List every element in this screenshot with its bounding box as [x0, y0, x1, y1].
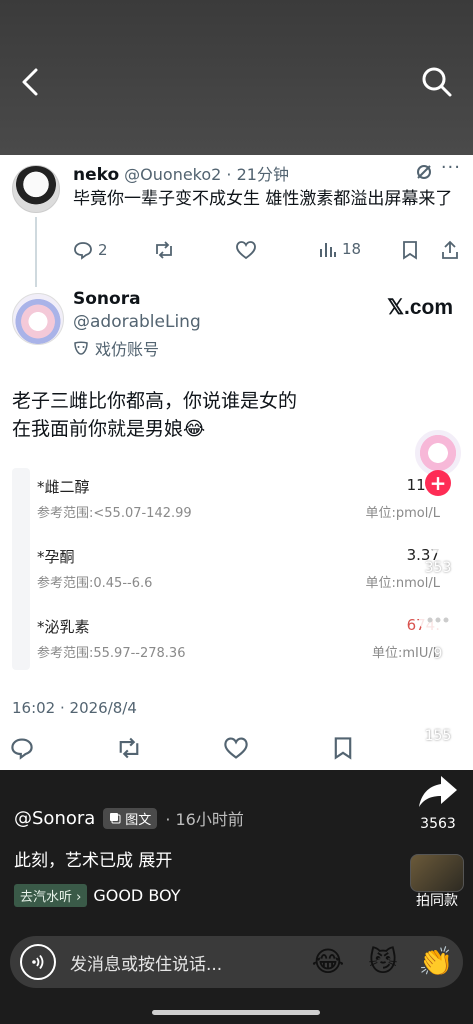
lab-report: *雌二醇 117. 参考范围:<55.07-142.99 单位:pmol/L *… [12, 468, 452, 670]
music-app-chip[interactable]: 去汽水听 › [14, 884, 88, 907]
post-info: @Sonora 图文 · 16小时前 [14, 806, 244, 830]
top-bar [0, 0, 473, 155]
reply-views: 18 [319, 240, 361, 258]
x-logo: 𝕏.com [387, 296, 453, 319]
like-count: 353 [424, 560, 452, 576]
voice-button[interactable] [20, 944, 56, 980]
main-tweet-text: 老子三雌比你都高，你说谁是女的 在我面前你就是男娘😂 [12, 390, 298, 440]
emoji-cat[interactable]: 😼 [365, 944, 401, 980]
tweet-screenshot-card: neko @Ouoneko2 · 21分钟 ··· 毕竟你一辈子变不成女生 雄性… [0, 155, 473, 770]
lab-row: *泌乳素 674. 参考范围:55.97--278.36 单位:mIU/L [37, 608, 462, 668]
message-placeholder[interactable]: 发消息或按住说话... [70, 950, 222, 975]
music-tag[interactable]: 去汽水听 › GOOD BOY [14, 884, 181, 907]
emoji-clap[interactable]: 👏 [418, 944, 454, 980]
reply-text: 毕竟你一辈子变不成女生 雄性激素都溢出屏幕来了 [73, 189, 453, 209]
comment-icon [11, 738, 33, 760]
comment-count: 9 [433, 646, 443, 662]
retweet-icon [156, 241, 172, 259]
reply-meta: @Ouoneko2 · 21分钟 [124, 165, 289, 184]
views-count: 18 [342, 240, 362, 258]
report-left-bar [12, 468, 30, 670]
more-icon: ··· [440, 157, 461, 178]
follow-button[interactable]: + [425, 470, 451, 496]
share-icon [442, 240, 458, 259]
reply-retweet [153, 240, 175, 260]
music-cover[interactable] [410, 854, 464, 892]
lab-name: *雌二醇 [37, 478, 90, 496]
lab-row: *雌二醇 117. 参考范围:<55.07-142.99 单位:pmol/L [37, 468, 462, 528]
tweet-timestamp: 16:02 · 2026/8/4 [12, 699, 137, 717]
reply-count: 2 [98, 241, 108, 259]
post-time: · 16小时前 [165, 810, 244, 829]
bookmark-icon [334, 737, 352, 760]
song-title[interactable]: GOOD BOY [93, 886, 180, 905]
search-icon [422, 67, 452, 97]
heart-outline-icon [224, 737, 248, 759]
same-style-label[interactable]: 拍同款 [400, 890, 473, 910]
parody-label: 戏仿账号 [73, 336, 159, 360]
main-handle: @adorableLing [73, 312, 201, 332]
reply-share [441, 240, 459, 260]
share-count: 3563 [420, 816, 456, 832]
share-arrow-icon[interactable] [415, 770, 461, 812]
lab-name: *孕酮 [37, 548, 75, 566]
reply-like [235, 240, 257, 260]
retweet-icon [119, 737, 139, 759]
parody-text: 戏仿账号 [95, 340, 160, 359]
post-description[interactable]: 此刻，艺术已成 展开 [14, 846, 172, 871]
search-button[interactable] [417, 62, 457, 102]
voice-wave-icon [32, 954, 44, 970]
chevron-left-icon [22, 68, 38, 96]
message-input-bar[interactable]: 发消息或按住说话... 😂 😼 👏 [10, 936, 463, 988]
heart-outline-icon [236, 241, 256, 260]
star-icon[interactable] [415, 682, 461, 724]
lab-name: *泌乳素 [37, 618, 90, 636]
badge-label: 图文 [125, 812, 152, 828]
main-name: Sonora [73, 289, 141, 309]
lab-ref: 参考范围:0.45--6.6 [37, 576, 153, 591]
author-handle[interactable]: @Sonora [14, 808, 95, 829]
main-tweet-actions [10, 736, 460, 762]
reply-bookmark [401, 240, 419, 260]
heart-icon[interactable] [415, 516, 461, 558]
images-icon [110, 813, 121, 824]
reply-name: neko [73, 165, 120, 185]
reply-actions: 2 18 [73, 240, 463, 264]
lab-ref: 参考范围:55.97--278.36 [37, 646, 186, 661]
comment-bubble-icon[interactable] [415, 600, 461, 642]
grok-icon [417, 165, 431, 179]
reply-comment: 2 [73, 240, 108, 260]
home-indicator [152, 1010, 320, 1015]
back-button[interactable] [12, 62, 48, 102]
emoji-laugh[interactable]: 😂 [310, 944, 346, 980]
reply-header: neko @Ouoneko2 · 21分钟 [73, 161, 289, 185]
lab-ref: 参考范围:<55.07-142.99 [37, 506, 192, 521]
bookmark-icon [403, 241, 417, 260]
views-icon [320, 243, 336, 257]
lab-row: *孕酮 3.37 参考范围:0.45--6.6 单位:nmol/L [37, 538, 462, 598]
comment-icon [74, 242, 92, 260]
main-avatar [12, 293, 64, 345]
mask-icon [74, 341, 88, 355]
thread-line [35, 217, 37, 287]
reply-avatar [12, 165, 60, 213]
image-post-badge: 图文 [103, 807, 158, 829]
favorite-count: 155 [424, 728, 452, 744]
